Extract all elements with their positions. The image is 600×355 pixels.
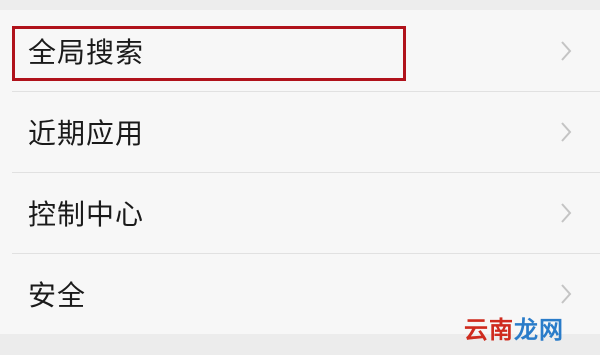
chevron-right-icon xyxy=(560,121,572,143)
chevron-right-icon xyxy=(560,40,572,62)
settings-item-label: 安全 xyxy=(28,278,87,312)
watermark-text-part: 云 xyxy=(464,316,489,344)
top-strip xyxy=(0,0,600,10)
watermark-logo: 云南龙网 xyxy=(464,310,564,345)
chevron-right-icon xyxy=(560,283,572,305)
watermark-text-part: 南 xyxy=(489,316,514,344)
settings-item-label: 近期应用 xyxy=(28,116,145,150)
settings-item-recent-apps[interactable]: 近期应用 xyxy=(0,91,600,172)
chevron-right-icon xyxy=(560,202,572,224)
settings-item-label: 控制中心 xyxy=(28,197,145,231)
settings-item-control-center[interactable]: 控制中心 xyxy=(0,172,600,253)
highlight-box xyxy=(12,26,406,81)
watermark-text-part: 龙网 xyxy=(514,316,564,344)
